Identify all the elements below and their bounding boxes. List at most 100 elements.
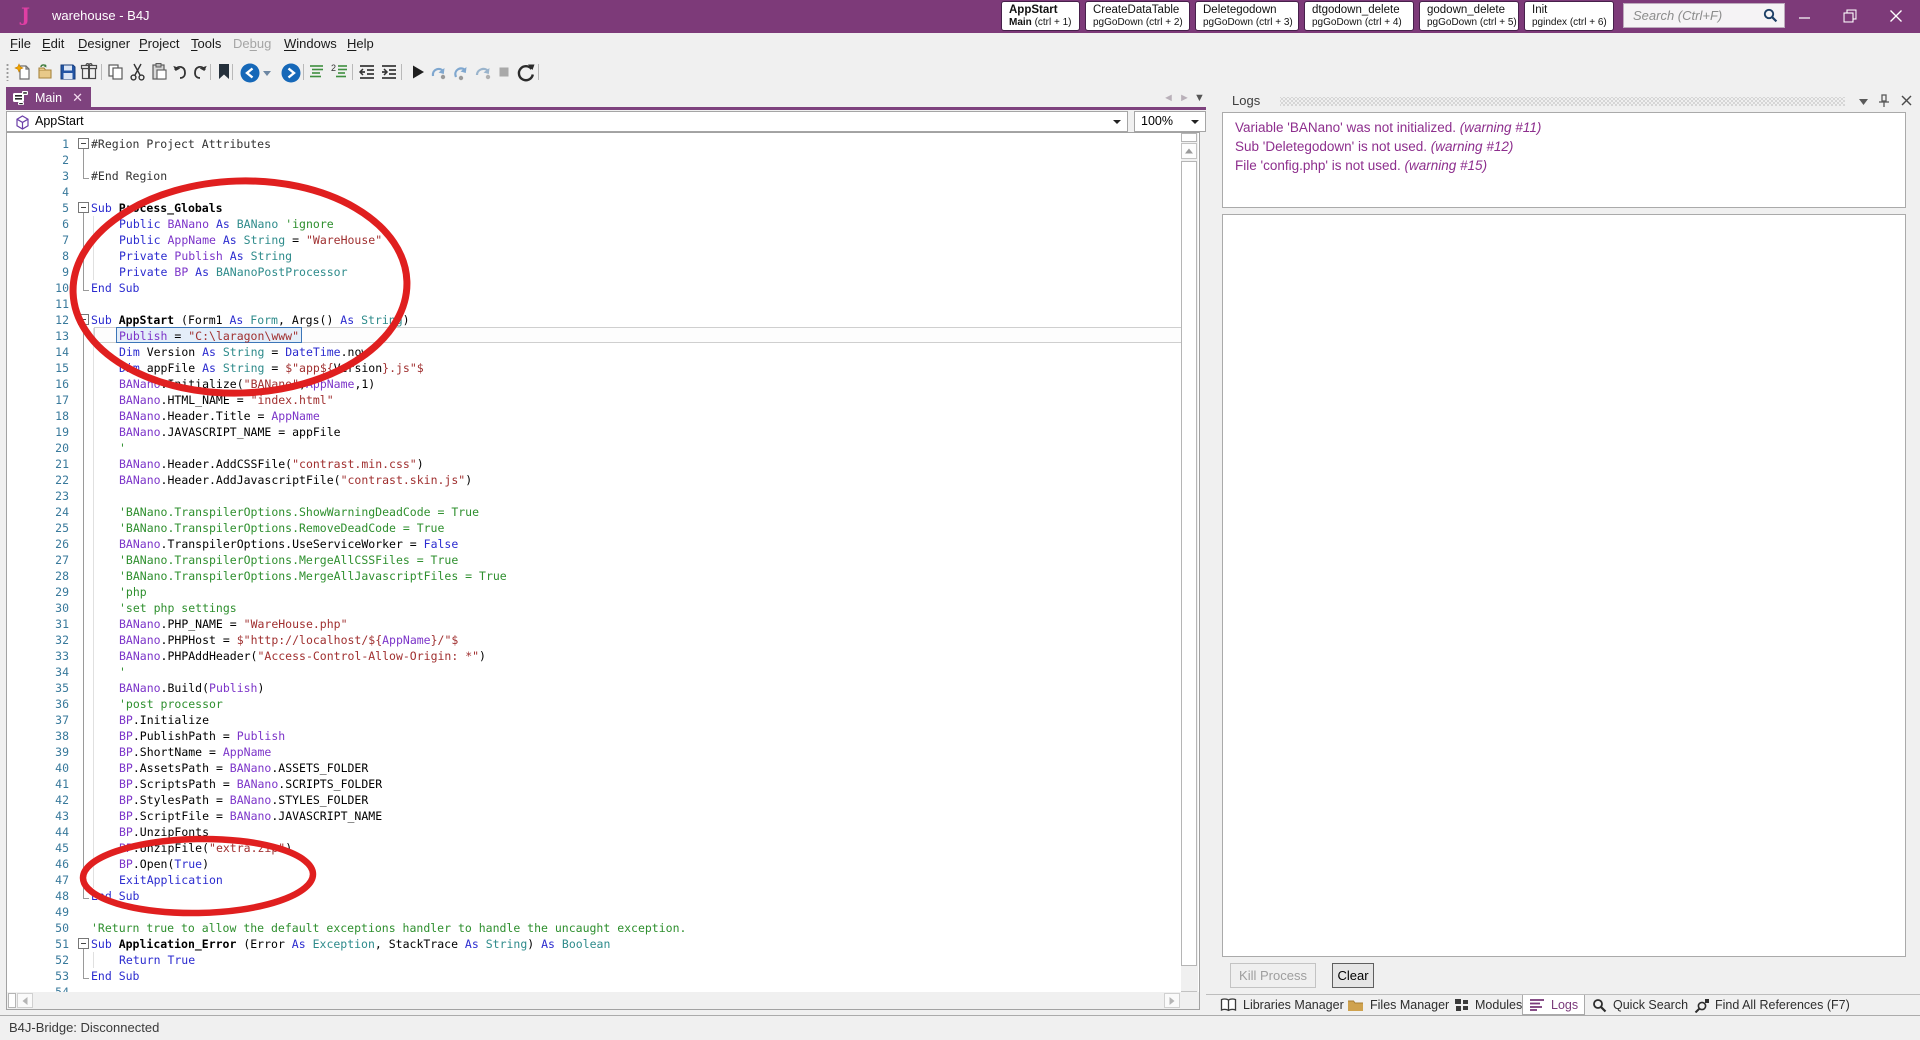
tab-close-icon[interactable]: ✕ [72, 90, 83, 106]
tool-tab-files-manager[interactable]: Files Manager [1341, 995, 1455, 1015]
fold-toggle[interactable] [78, 202, 89, 213]
restart-icon[interactable] [515, 62, 535, 82]
code-line: BP.UnzipFile("extra.zip") [119, 840, 292, 856]
tool-tab-find-all-references-f7-[interactable]: Find All References (F7) [1688, 995, 1856, 1015]
code-line: #End Region [91, 168, 167, 184]
line-number: 42 [7, 792, 69, 808]
tool-tab-modules[interactable]: Modules [1448, 995, 1528, 1015]
line-number: 17 [7, 392, 69, 408]
line-number: 7 [7, 232, 69, 248]
menu-debug[interactable]: Debug [233, 36, 271, 51]
save-icon[interactable] [58, 62, 78, 82]
menu-tools[interactable]: Tools [191, 36, 221, 51]
log-output[interactable] [1222, 214, 1906, 957]
step-out-icon[interactable] [472, 62, 492, 82]
tab-list-icon[interactable]: ▼ [1194, 92, 1205, 104]
close-button[interactable] [1876, 0, 1916, 32]
code-line: BANano.TranspilerOptions.UseServiceWorke… [119, 536, 458, 552]
editor-horizontal-scrollbar[interactable] [6, 992, 1200, 1010]
outdent-icon[interactable] [357, 62, 377, 82]
menu-designer[interactable]: Designer [78, 36, 130, 51]
tab-scroll-left-icon[interactable]: ◄ [1163, 92, 1174, 104]
log-warning: Variable 'BANano' was not initialized. (… [1235, 120, 1541, 135]
clear-button[interactable]: Clear [1332, 963, 1374, 988]
menu-file[interactable]: File [10, 36, 31, 51]
book-icon [1220, 998, 1237, 1012]
editor-vertical-scrollbar[interactable] [1181, 133, 1198, 1009]
code-line: BANano.Initialize("BANano",AppName,1) [119, 376, 375, 392]
split-grip[interactable] [1181, 133, 1197, 142]
log-lines-icon [1529, 998, 1545, 1011]
module-shortcut-dtgodown_delete[interactable]: dtgodown_deletepgGoDown (ctrl + 4) [1304, 1, 1414, 31]
scroll-up-button[interactable] [1181, 143, 1197, 159]
module-shortcut-Deletegodown[interactable]: DeletegodownpgGoDown (ctrl + 3) [1195, 1, 1299, 31]
logs-panel-grip[interactable] [1280, 97, 1845, 106]
minimize-button[interactable] [1785, 0, 1825, 32]
new-file-icon[interactable] [14, 62, 34, 82]
undo-icon[interactable] [170, 62, 190, 82]
module-shortcut-godown_delete[interactable]: godown_deletepgGoDown (ctrl + 5) [1419, 1, 1519, 31]
tab-main[interactable]: Main ✕ [6, 87, 91, 108]
tab-scroll-right-icon[interactable]: ► [1179, 92, 1190, 104]
log-warning: File 'config.php' is not used. (warning … [1235, 158, 1487, 173]
tool-tab-quick-search[interactable]: Quick Search [1586, 995, 1694, 1015]
code-editor[interactable]: 1#Region Project Attributes23#End Region… [6, 132, 1200, 1010]
fold-toggle[interactable] [78, 138, 89, 149]
menu-edit[interactable]: Edit [42, 36, 64, 51]
pin-icon[interactable] [1878, 94, 1890, 108]
open-project-icon[interactable] [37, 62, 57, 82]
step-into-icon[interactable] [428, 62, 448, 82]
line-number: 33 [7, 648, 69, 664]
bookmark-icon[interactable] [214, 62, 234, 82]
step-over-icon[interactable] [450, 62, 470, 82]
fold-toggle[interactable] [78, 314, 89, 325]
menu-help[interactable]: Help [347, 36, 374, 51]
forward-icon[interactable] [280, 62, 300, 82]
module-shortcut-CreateDataTable[interactable]: CreateDataTablepgGoDown (ctrl + 2) [1085, 1, 1190, 31]
indent-icon[interactable] [379, 62, 399, 82]
menu-windows[interactable]: Windows [284, 36, 337, 51]
run-icon[interactable] [408, 62, 428, 82]
search-icon [1763, 8, 1778, 23]
split-grip[interactable] [8, 993, 16, 1008]
toolbar-grip[interactable] [6, 63, 9, 81]
warnings-list[interactable]: Variable 'BANano' was not initialized. (… [1222, 112, 1906, 208]
module-shortcut-AppStart[interactable]: AppStartMain (ctrl + 1) [1001, 1, 1080, 31]
member-select[interactable]: AppStart [6, 111, 1128, 132]
scroll-left-button[interactable] [17, 993, 33, 1008]
line-number: 13 [7, 328, 69, 344]
close-icon [1890, 10, 1903, 23]
code-line: End Sub [91, 968, 139, 984]
panel-close-icon[interactable] [1901, 95, 1912, 106]
stop-icon[interactable] [494, 62, 514, 82]
member-select-value: AppStart [35, 114, 84, 128]
tool-tab-logs[interactable]: Logs [1522, 995, 1585, 1015]
fold-toggle[interactable] [78, 938, 89, 949]
svg-text:2: 2 [331, 63, 336, 73]
tool-tab-libraries-manager[interactable]: Libraries Manager [1214, 995, 1350, 1015]
kill-process-button[interactable]: Kill Process [1230, 963, 1316, 988]
search-input[interactable]: Search (Ctrl+F) [1623, 3, 1785, 28]
redo-icon[interactable] [190, 62, 210, 82]
menu-project[interactable]: Project [139, 36, 179, 51]
scroll-right-button[interactable] [1164, 993, 1180, 1008]
line-number: 24 [7, 504, 69, 520]
package-icon[interactable] [79, 62, 99, 82]
cut-icon[interactable] [128, 62, 148, 82]
format-code-icon[interactable] [307, 62, 327, 82]
vertical-scroll-thumb[interactable] [1181, 161, 1197, 966]
back-icon[interactable] [239, 62, 259, 82]
title-bar: J warehouse - B4J AppStartMain (ctrl + 1… [0, 0, 1920, 33]
back-dropdown-icon[interactable] [262, 62, 282, 82]
zoom-select[interactable]: 100% [1134, 111, 1206, 132]
panel-menu-icon[interactable] [1859, 99, 1868, 105]
copy-icon[interactable] [106, 62, 126, 82]
line-number: 39 [7, 744, 69, 760]
format-code2-icon[interactable]: 2 [330, 62, 350, 82]
module-shortcut-Init[interactable]: Initpgindex (ctrl + 6) [1524, 1, 1614, 31]
line-number: 45 [7, 840, 69, 856]
restore-button[interactable] [1830, 0, 1870, 32]
code-line: BP.StylesPath = BANano.STYLES_FOLDER [119, 792, 368, 808]
tool-tabstrip: Libraries ManagerFiles ManagerModulesLog… [1206, 994, 1920, 1014]
paste-icon[interactable] [150, 62, 170, 82]
